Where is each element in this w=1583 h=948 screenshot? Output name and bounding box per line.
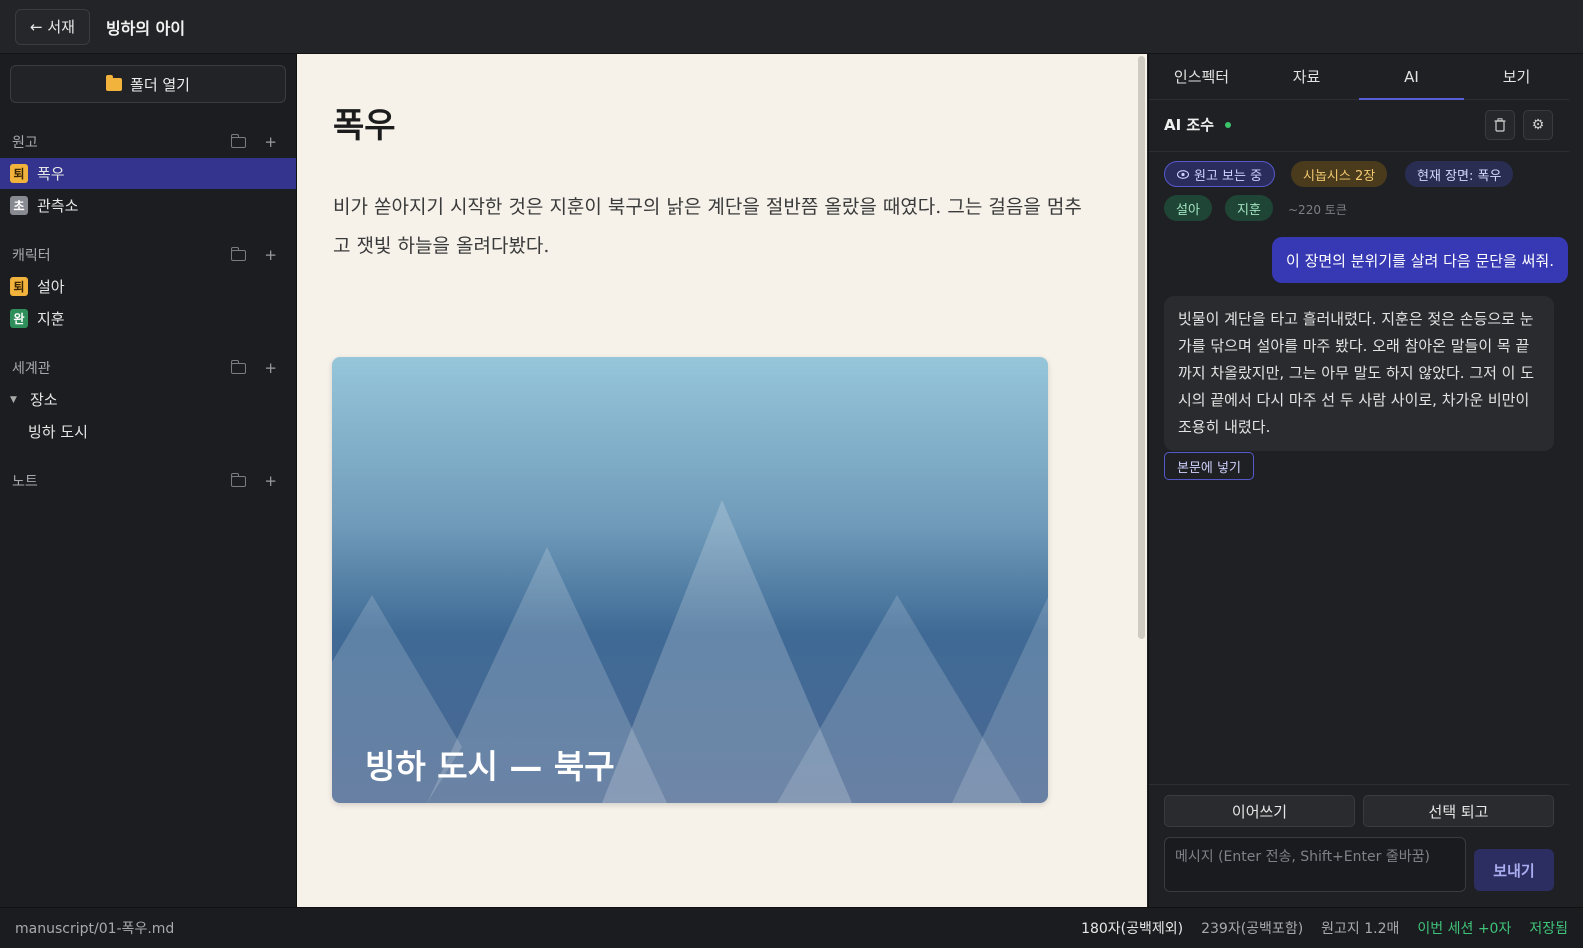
context-chip-jihun[interactable]: 지훈 <box>1225 195 1273 221</box>
editor-next-line <box>333 899 1013 907</box>
add-icon[interactable]: + <box>264 134 277 150</box>
new-folder-icon[interactable] <box>231 472 247 487</box>
tab-ai[interactable]: AI <box>1359 54 1464 100</box>
chip-label: 지훈 <box>1237 202 1261 218</box>
open-folder-button[interactable]: 폴더 열기 <box>10 65 286 103</box>
sidebar-item-label: 설아 <box>37 278 65 296</box>
editor-scrollbar[interactable] <box>1138 56 1145 639</box>
status-badge: 초 <box>10 196 28 215</box>
new-folder-icon[interactable] <box>231 133 247 148</box>
status-badge: 완 <box>10 309 28 328</box>
sidebar-item-glacier-city[interactable]: 빙하 도시 <box>0 416 296 447</box>
tab-view[interactable]: 보기 <box>1464 54 1569 99</box>
send-button[interactable]: 보내기 <box>1474 849 1554 891</box>
insert-into-text-button[interactable]: 본문에 넣기 <box>1164 452 1254 480</box>
editor-paragraph[interactable]: 비가 쏟아지기 시작한 것은 지훈이 북구의 낡은 계단을 절반쯤 올랐을 때였… <box>333 188 1093 266</box>
char-count-with-space: 239자(공백포함) <box>1201 921 1304 937</box>
sidebar-item-jihun[interactable]: 완 지훈 <box>0 303 296 334</box>
manuscript-page-count: 원고지 1.2매 <box>1321 921 1400 937</box>
panel-tabs: 인스펙터 자료 AI 보기 <box>1149 54 1569 100</box>
sidebar-item-label: 장소 <box>30 391 58 409</box>
sidebar-item-storm[interactable]: 퇴 폭우 <box>0 158 296 189</box>
sidebar: 폴더 열기 원고 + 퇴 폭우 초 관측소 캐릭터 + 퇴 설아 완 지훈 세계… <box>0 54 297 907</box>
ai-assistant-title: AI 조수 <box>1164 116 1215 134</box>
image-caption: 빙하 도시 — 북구 <box>365 747 615 786</box>
sidebar-item-label: 빙하 도시 <box>28 423 88 441</box>
open-folder-label: 폴더 열기 <box>130 75 190 94</box>
sidebar-item-seola[interactable]: 퇴 설아 <box>0 271 296 302</box>
trash-icon <box>1494 118 1506 132</box>
new-folder-icon[interactable] <box>231 246 247 261</box>
status-badge: 퇴 <box>10 164 28 183</box>
context-chip-synopsis[interactable]: 시놉시스 2장 <box>1291 161 1388 187</box>
chip-label: 설아 <box>1176 202 1200 218</box>
add-icon[interactable]: + <box>264 360 277 376</box>
session-count: 이번 세션 +0자 <box>1417 921 1512 937</box>
section-world-label: 세계관 <box>12 361 51 377</box>
divider <box>1149 784 1569 785</box>
section-characters-label: 캐릭터 <box>12 248 51 264</box>
section-characters[interactable]: 캐릭터 + <box>0 242 297 268</box>
section-world[interactable]: 세계관 + <box>0 355 297 381</box>
chapter-title[interactable]: 폭우 <box>333 98 396 147</box>
status-bar: manuscript/01-폭우.md 180자(공백제외) 239자(공백포함… <box>0 907 1583 948</box>
revise-selection-button[interactable]: 선택 퇴고 <box>1363 795 1554 827</box>
section-notes[interactable]: 노트 + <box>0 468 297 494</box>
caret-down-icon[interactable]: ▼ <box>10 395 22 405</box>
section-manuscript[interactable]: 원고 + <box>0 129 297 155</box>
scene-image: 빙하 도시 — 북구 <box>332 357 1048 803</box>
context-chip-seola[interactable]: 설아 <box>1164 195 1212 221</box>
document-title: 빙하의 아이 <box>105 18 186 38</box>
sidebar-item-label: 폭우 <box>37 165 65 183</box>
eye-icon <box>1177 169 1189 179</box>
editor[interactable]: 폭우 비가 쏟아지기 시작한 것은 지훈이 북구의 낡은 계단을 절반쯤 올랐을… <box>297 54 1147 907</box>
status-badge: 퇴 <box>10 277 28 296</box>
file-path: manuscript/01-폭우.md <box>15 921 175 937</box>
message-input[interactable] <box>1164 837 1466 892</box>
context-chip-viewing[interactable]: 원고 보는 중 <box>1164 161 1276 187</box>
chip-label: 시놉시스 2장 <box>1303 168 1376 184</box>
section-notes-label: 노트 <box>12 474 38 490</box>
chip-label: 원고 보는 중 <box>1194 168 1263 184</box>
top-bar: ← 서재 빙하의 아이 <box>0 0 1583 54</box>
save-status: 저장됨 <box>1529 921 1568 937</box>
mountain-illustration <box>332 500 1048 803</box>
add-icon[interactable]: + <box>264 473 277 489</box>
ai-assistant-header: AI 조수 <box>1164 114 1232 135</box>
status-stats: 180자(공백제외) 239자(공백포함) 원고지 1.2매 이번 세션 +0자… <box>1081 918 1568 938</box>
context-chip-scene[interactable]: 현재 장면: 폭우 <box>1405 161 1514 187</box>
sidebar-group-places[interactable]: ▼ 장소 <box>0 384 296 415</box>
clear-chat-button[interactable] <box>1485 110 1515 140</box>
chip-label: 현재 장면: 폭우 <box>1417 168 1502 184</box>
add-icon[interactable]: + <box>264 247 277 263</box>
new-folder-icon[interactable] <box>231 359 247 374</box>
online-status-icon <box>1225 121 1232 128</box>
folder-icon <box>106 74 123 91</box>
back-label: ← 서재 <box>30 18 75 36</box>
section-manuscript-label: 원고 <box>12 135 38 151</box>
sidebar-item-observatory[interactable]: 초 관측소 <box>0 190 296 221</box>
tab-inspector[interactable]: 인스펙터 <box>1149 54 1254 99</box>
ai-settings-button[interactable]: ⚙ <box>1523 110 1553 140</box>
user-message: 이 장면의 분위기를 살려 다음 문단을 써줘. <box>1272 237 1568 283</box>
token-count: ~220 토큰 <box>1288 203 1347 217</box>
back-to-library-button[interactable]: ← 서재 <box>15 8 90 45</box>
sidebar-item-label: 지훈 <box>37 310 65 328</box>
char-count-no-space: 180자(공백제외) <box>1081 921 1184 937</box>
ai-message: 빗물이 계단을 타고 흘러내렸다. 지훈은 젖은 손등으로 눈가를 닦으며 설아… <box>1164 296 1554 451</box>
continue-writing-button[interactable]: 이어쓰기 <box>1164 795 1355 827</box>
right-panel: 인스펙터 자료 AI 보기 AI 조수 ⚙ 원고 보는 중 시놉시스 2장 현재… <box>1148 54 1583 907</box>
divider <box>1149 151 1569 152</box>
tab-resources[interactable]: 자료 <box>1254 54 1359 99</box>
gear-icon: ⚙ <box>1531 117 1545 133</box>
sidebar-item-label: 관측소 <box>37 197 79 215</box>
